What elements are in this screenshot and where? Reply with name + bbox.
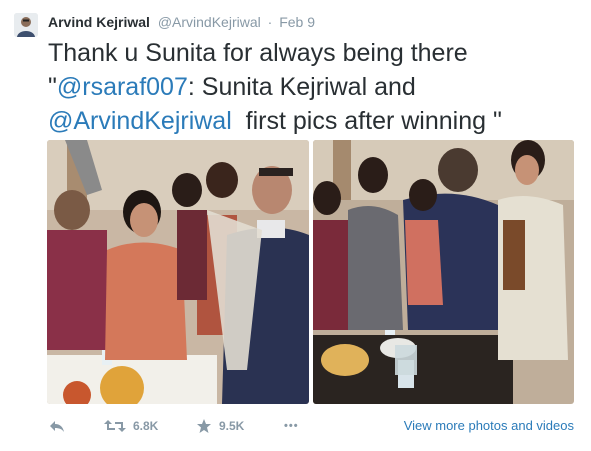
tweet-text-end: first pics after winning " xyxy=(231,107,502,135)
author-name[interactable]: Arvind Kejriwal xyxy=(48,14,150,30)
favorite-count: 9.5K xyxy=(219,419,245,433)
photo-left[interactable] xyxy=(47,140,309,404)
reply-button[interactable] xyxy=(48,412,66,440)
mention-arvindkejriwal[interactable]: @ArvindKejriwal xyxy=(48,107,232,135)
photo-left-image xyxy=(47,140,309,404)
star-icon xyxy=(197,419,211,433)
more-button[interactable]: ••• xyxy=(284,412,299,440)
tweet-card: Arvind Kejriwal @ArvindKejriwal · Feb 9 … xyxy=(0,0,591,451)
more-icon: ••• xyxy=(284,420,299,432)
tweet-date[interactable]: Feb 9 xyxy=(279,14,315,30)
tweet-header: Arvind Kejriwal @ArvindKejriwal · Feb 9 xyxy=(48,12,315,32)
photo-right[interactable] xyxy=(313,140,574,404)
separator-dot: · xyxy=(267,14,273,30)
retweet-icon xyxy=(104,420,126,432)
tweet-text-line1: Thank u Sunita for always being there xyxy=(48,39,468,67)
avatar-image xyxy=(14,13,38,37)
mention-rsaraf007[interactable]: @rsaraf007 xyxy=(57,73,188,101)
view-more-media-link[interactable]: View more photos and videos xyxy=(404,418,574,433)
favorite-button[interactable]: 9.5K xyxy=(196,412,244,440)
author-avatar[interactable] xyxy=(14,13,38,37)
retweet-count: 6.8K xyxy=(133,419,159,433)
author-handle[interactable]: @ArvindKejriwal xyxy=(158,14,261,30)
reply-icon xyxy=(50,421,64,432)
photo-right-image xyxy=(313,140,574,404)
tweet-text: Thank u Sunita for always being there "@… xyxy=(48,36,578,138)
tweet-text-mid: : Sunita Kejriwal and xyxy=(187,73,416,101)
tweet-actions: 6.8K 9.5K ••• View more photos and video… xyxy=(48,412,578,440)
tweet-quote-open: " xyxy=(48,73,57,101)
retweet-button[interactable]: 6.8K xyxy=(104,412,158,440)
